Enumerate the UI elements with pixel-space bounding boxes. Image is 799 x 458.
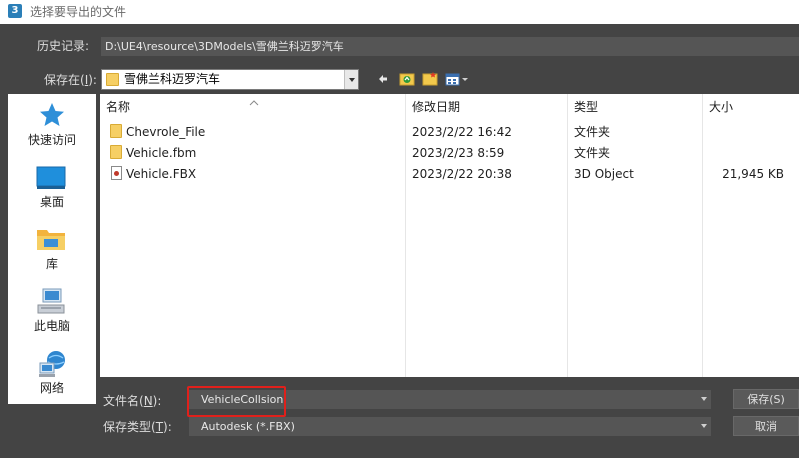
place-label: 库 xyxy=(45,257,58,271)
file-name: Vehicle.fbm xyxy=(126,146,197,160)
file-row-vehicle-fbm[interactable]: Vehicle.fbm 2023/2/23 8:59 文件夹 xyxy=(100,144,799,164)
file-name: Vehicle.FBX xyxy=(126,167,197,181)
place-label: 桌面 xyxy=(39,195,64,209)
folder-icon xyxy=(106,73,119,86)
highlight-annotation-box xyxy=(187,386,286,417)
folder-icon xyxy=(110,145,122,159)
column-header-name[interactable]: 名称 xyxy=(106,100,130,114)
title-bar: 3 选择要导出的文件 xyxy=(0,0,799,24)
new-folder-icon[interactable] xyxy=(422,71,438,86)
filename-dropdown-button[interactable] xyxy=(697,390,711,409)
file-modified: 2023/2/22 20:38 xyxy=(412,167,512,181)
column-header-modified[interactable]: 修改日期 xyxy=(412,100,460,114)
place-quick-access[interactable]: 快速访问 xyxy=(8,102,96,152)
star-icon xyxy=(39,102,65,131)
place-label: 此电脑 xyxy=(33,319,70,333)
column-header-type[interactable]: 类型 xyxy=(574,100,598,114)
back-arrow-icon[interactable] xyxy=(378,73,388,83)
place-label: 快速访问 xyxy=(27,133,76,147)
save-button[interactable]: 保存(S) xyxy=(733,389,799,409)
file-list[interactable]: 名称 修改日期 类型 大小 Chevrole_File 2023/2/22 16… xyxy=(100,94,799,377)
place-this-pc[interactable]: 此电脑 xyxy=(8,288,96,338)
folder-icon xyxy=(110,124,122,138)
place-library[interactable]: 库 xyxy=(8,226,96,276)
file-size: 21,945 KB xyxy=(722,167,784,181)
view-menu-icon[interactable] xyxy=(445,73,469,86)
places-bar: 快速访问 桌面 库 此电脑 网络 xyxy=(8,94,96,404)
chevron-down-icon xyxy=(349,78,355,82)
computer-icon xyxy=(37,288,67,319)
place-label: 网络 xyxy=(39,381,64,395)
history-label: 历史记录: xyxy=(37,39,90,53)
window-title: 选择要导出的文件 xyxy=(30,5,127,19)
file-modified: 2023/2/23 8:59 xyxy=(412,146,505,160)
chevron-down-icon xyxy=(701,397,707,401)
desktop-icon xyxy=(36,166,66,195)
file-type: 文件夹 xyxy=(574,146,611,160)
network-icon xyxy=(38,350,68,381)
up-folder-icon[interactable] xyxy=(399,71,415,86)
file-type: 文件夹 xyxy=(574,125,611,139)
chevron-down-icon xyxy=(701,424,707,428)
file-type: 3D Object xyxy=(574,167,634,181)
save-in-value: 雪佛兰科迈罗汽车 xyxy=(124,72,221,86)
cancel-button[interactable]: 取消 xyxy=(733,416,799,436)
save-in-label: 保存在(I): xyxy=(44,73,97,87)
file-modified: 2023/2/22 16:42 xyxy=(412,125,512,139)
file-row-vehicle-fbx[interactable]: Vehicle.FBX 2023/2/22 20:38 3D Object 21… xyxy=(100,165,799,185)
filetype-label: 保存类型(T): xyxy=(103,420,172,434)
history-path-field[interactable]: D:\UE4\resource\3DModels\雪佛兰科迈罗汽车 xyxy=(101,37,799,56)
library-icon xyxy=(36,226,66,255)
save-in-combo[interactable]: 雪佛兰科迈罗汽车 xyxy=(101,69,359,90)
file-row-chevrole-file[interactable]: Chevrole_File 2023/2/22 16:42 文件夹 xyxy=(100,123,799,143)
save-in-dropdown-button[interactable] xyxy=(344,70,358,89)
file-name: Chevrole_File xyxy=(126,125,206,139)
place-desktop[interactable]: 桌面 xyxy=(8,164,96,214)
app-3dsmax-icon: 3 xyxy=(8,4,22,18)
filetype-dropdown-button[interactable] xyxy=(697,417,711,436)
sort-ascending-icon xyxy=(249,95,259,109)
place-network[interactable]: 网络 xyxy=(8,350,96,400)
filename-label: 文件名(N): xyxy=(103,394,162,408)
column-header-size[interactable]: 大小 xyxy=(709,100,733,114)
filetype-select[interactable]: Autodesk (*.FBX) xyxy=(189,417,711,436)
fbx-file-icon xyxy=(111,166,122,180)
